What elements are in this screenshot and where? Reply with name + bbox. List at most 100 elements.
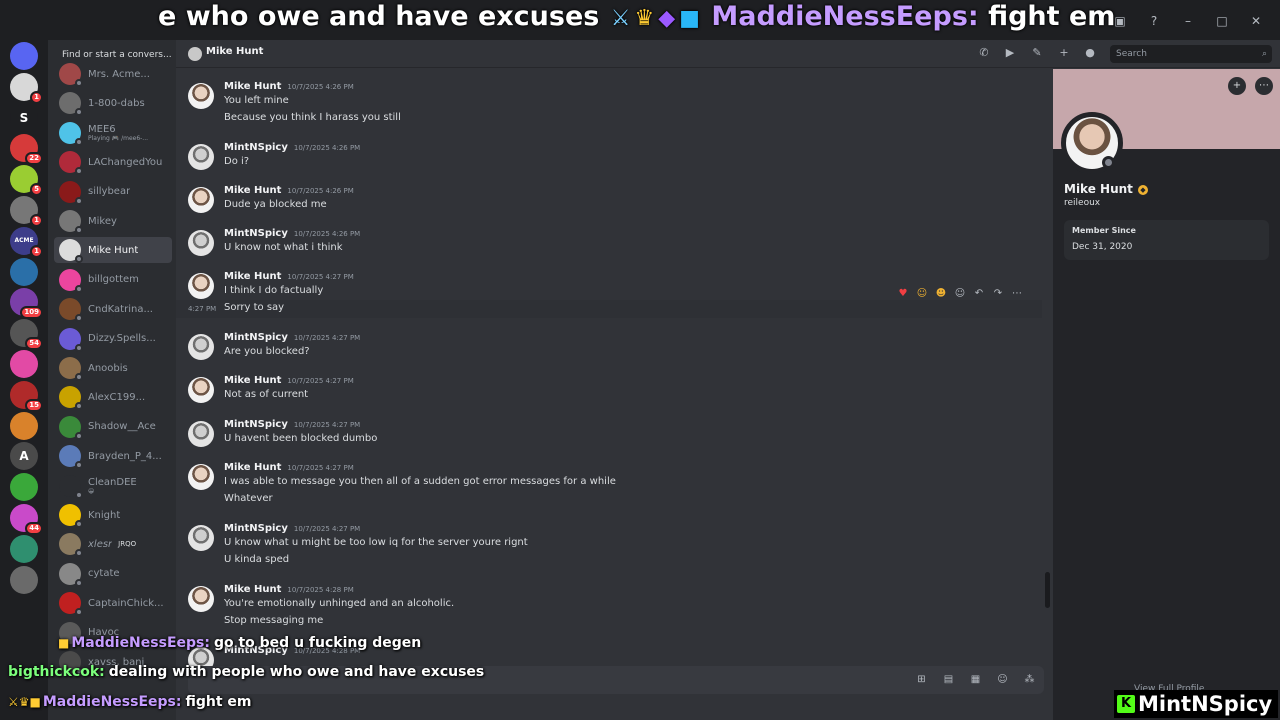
dm-item[interactable]: billgottem [54, 267, 172, 293]
mention-badge: 1 [30, 214, 43, 227]
message-content: You left mine [224, 95, 289, 106]
dm-item[interactable]: 1-800-dabs [54, 90, 172, 117]
avatar[interactable] [188, 421, 214, 447]
add-reaction-icon[interactable]: ☺ [953, 287, 967, 301]
dm-item[interactable]: xlesr JRQO [54, 531, 172, 558]
avatar[interactable] [188, 273, 214, 299]
server-icon[interactable]: ACME 1 [10, 226, 43, 258]
dm-item[interactable]: Mikey [54, 208, 172, 234]
avatar[interactable] [188, 586, 214, 612]
member-since-date: Dec 31, 2020 [1072, 242, 1133, 252]
add-friend-icon[interactable]: + [1057, 46, 1071, 60]
server-icon[interactable] [10, 411, 38, 440]
hover-timestamp: 4:27 PM [188, 305, 217, 313]
dm-item[interactable]: Shadow__Ace [54, 414, 172, 440]
mention-badge: 22 [25, 152, 43, 166]
dm-item[interactable]: Knight [54, 502, 172, 528]
discord-icon[interactable] [10, 42, 38, 70]
message-author[interactable]: Mike Hunt 10/7/2025 4:27 PM [224, 375, 354, 386]
dm-item[interactable]: Dizzy.Spells... [54, 326, 172, 352]
message-content: Dude ya blocked me [224, 199, 327, 210]
more-icon[interactable]: ⋯ [1010, 287, 1024, 301]
avatar[interactable] [188, 525, 214, 551]
server-icon[interactable] [10, 473, 38, 502]
message-timestamp: 10/7/2025 4:27 PM [293, 525, 361, 533]
sticker-icon[interactable]: ▦ [968, 672, 983, 687]
dm-name: 1-800-dabs [88, 97, 145, 109]
message-author[interactable]: MintNSpicy 10/7/2025 4:26 PM [224, 228, 360, 239]
user-profile-icon[interactable]: ● [1083, 46, 1097, 60]
server-icon[interactable] [10, 350, 38, 378]
avatar [59, 63, 83, 87]
gif-icon[interactable]: ▤ [941, 672, 956, 687]
message-author[interactable]: Mike Hunt 10/7/2025 4:26 PM [224, 81, 354, 92]
dm-item[interactable]: cytate [54, 561, 172, 587]
pin-icon[interactable]: ✎ [1030, 46, 1044, 60]
dm-item[interactable]: Mike Hunt [54, 237, 172, 264]
message-author[interactable]: MintNSpicy 10/7/2025 4:27 PM [224, 332, 360, 343]
message-author[interactable]: MintNSpicy 10/7/2025 4:27 PM [224, 523, 360, 534]
avatar [59, 445, 83, 470]
avatar[interactable] [188, 144, 214, 170]
video-icon[interactable]: ▶ [1003, 46, 1017, 60]
server-icon[interactable]: 15 [10, 380, 43, 412]
message-author[interactable]: Mike Hunt 10/7/2025 4:27 PM [224, 271, 354, 282]
maximize-icon[interactable]: □ [1214, 14, 1230, 28]
server-icon[interactable]: 1 [10, 196, 43, 227]
minimize-icon[interactable]: – [1180, 14, 1196, 28]
dm-name: CndKatrina... [88, 303, 153, 315]
server-icon[interactable]: 44 [10, 504, 43, 535]
server-icon[interactable]: 5 [10, 165, 43, 197]
reply-icon[interactable]: ↶ [972, 287, 986, 301]
apps-icon[interactable]: ⁂ [1022, 672, 1037, 687]
phone-icon[interactable]: ✆ [977, 46, 991, 60]
dm-item[interactable]: sillybear [54, 179, 172, 205]
stream-ticker: e who owe and have excuses ⚔ ♛ ◆ ■ MaddieNe… [158, 0, 1115, 34]
dm-item[interactable]: MEE6 Playing 🎮 /mee6-... [54, 120, 172, 146]
chat-scrollbar[interactable] [1045, 572, 1050, 608]
server-icon[interactable] [10, 565, 38, 594]
dm-item[interactable]: CndKatrina... [54, 296, 172, 323]
gift-icon[interactable]: ⊞ [914, 672, 929, 687]
search-input[interactable]: Search ⌕ [1110, 45, 1272, 63]
add-friend-profile-icon[interactable]: + [1228, 77, 1246, 95]
server-icon[interactable]: 54 [10, 319, 43, 351]
message-author[interactable]: Mike Hunt 10/7/2025 4:28 PM [224, 584, 354, 595]
overlay-chat-message: bigthickcok: dealing with people who owe … [8, 664, 484, 680]
message-author[interactable]: MintNSpicy 10/7/2025 4:26 PM [224, 142, 360, 153]
avatar[interactable] [188, 334, 214, 360]
message-timestamp: 10/7/2025 4:27 PM [287, 377, 354, 385]
server-icon[interactable]: 1 [10, 72, 43, 104]
help-icon[interactable]: ? [1146, 14, 1162, 28]
profile-more-icon[interactable]: ⋯ [1255, 77, 1273, 95]
avatar[interactable] [188, 230, 214, 256]
dm-item[interactable]: LAChangedYou [54, 149, 172, 176]
avatar[interactable] [188, 83, 214, 109]
message-timestamp: 10/7/2025 4:27 PM [287, 464, 354, 472]
server-icon[interactable]: S [10, 103, 38, 132]
message-author[interactable]: Mike Hunt 10/7/2025 4:27 PM [224, 462, 354, 473]
dm-item[interactable]: CaptainChick... [54, 590, 172, 617]
dm-item[interactable]: Brayden_P_4... [54, 443, 172, 470]
message-author[interactable]: Mike Hunt 10/7/2025 4:26 PM [224, 185, 354, 196]
avatar[interactable] [188, 187, 214, 213]
close-icon[interactable]: ✕ [1248, 14, 1264, 28]
avatar[interactable] [188, 377, 214, 403]
dm-item[interactable]: Mrs. Acme... [54, 61, 172, 87]
server-icon[interactable] [10, 257, 38, 286]
dm-item[interactable]: Anoobis [54, 355, 172, 381]
forward-icon[interactable]: ↷ [991, 287, 1005, 301]
mention-badge: 1 [30, 90, 43, 104]
message-timestamp: 10/7/2025 4:26 PM [293, 144, 361, 152]
heart-reaction-icon[interactable]: ♥ [896, 287, 910, 301]
dm-item[interactable]: CleanDEE 😀 [54, 473, 172, 499]
server-icon[interactable] [10, 534, 38, 563]
rofl-reaction-icon[interactable]: ☻ [934, 287, 948, 301]
joy-reaction-icon[interactable]: ☺ [915, 287, 929, 301]
message-author[interactable]: MintNSpicy 10/7/2025 4:27 PM [224, 419, 360, 430]
dm-item[interactable]: AlexC199... [54, 384, 172, 411]
server-icon[interactable]: 22 [10, 134, 43, 166]
server-icon[interactable]: 109 [10, 288, 43, 320]
avatar[interactable] [188, 464, 214, 490]
emoji-icon[interactable]: ☺ [995, 672, 1010, 687]
